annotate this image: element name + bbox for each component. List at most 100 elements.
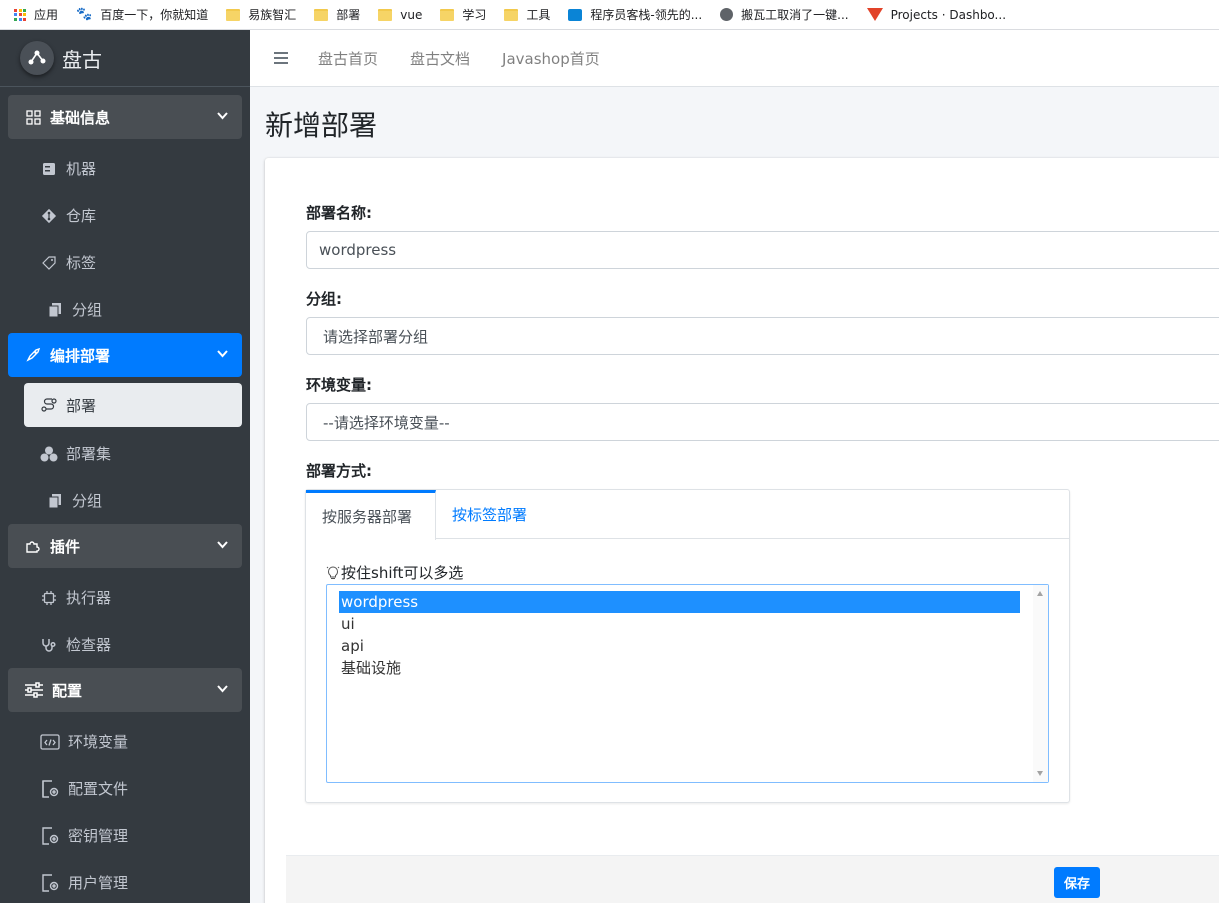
- sidebar-item-secrets[interactable]: 密钥管理: [0, 812, 250, 859]
- server-multiselect[interactable]: wordpress ui api 基础设施: [326, 584, 1049, 783]
- bookmark-folder[interactable]: 学习: [440, 6, 486, 23]
- sidebar-item-label: 标签: [66, 254, 97, 272]
- listbox-scrollbar[interactable]: [1033, 585, 1048, 782]
- deploy-name-label: 部署名称:: [306, 204, 372, 222]
- puzzle-icon: [24, 537, 42, 555]
- folder-icon: [440, 8, 455, 21]
- sidebar-item-tags[interactable]: 标签: [0, 239, 250, 286]
- sidebar-item-label: 密钥管理: [68, 827, 129, 845]
- tab-by-server[interactable]: 按服务器部署: [306, 490, 436, 540]
- bookmark-label: 搬瓦工取消了一键...: [741, 8, 849, 22]
- sidebar-item-label: 用户管理: [68, 874, 129, 892]
- folder-icon: [314, 8, 329, 21]
- chevron-down-icon: [217, 538, 228, 552]
- bookmark-folder[interactable]: 部署: [314, 6, 360, 23]
- hint-text: 按住shift可以多选: [341, 564, 464, 582]
- sidebar-item-users[interactable]: 用户管理: [0, 859, 250, 903]
- deploy-name-input[interactable]: wordpress: [306, 231, 1219, 269]
- apps-grid-icon: [14, 8, 26, 21]
- menu-toggle-icon[interactable]: [274, 52, 288, 64]
- scroll-up-arrow-icon[interactable]: [1037, 591, 1043, 596]
- bookmark-label: 学习: [462, 8, 487, 22]
- sidebar-item-label: 机器: [66, 160, 97, 178]
- chevron-down-icon: [217, 682, 228, 696]
- bookmark-baidu[interactable]: 🐾 百度一下，你就知道: [76, 6, 208, 23]
- globe-icon: [720, 8, 734, 21]
- folder-icon: [504, 8, 519, 21]
- nav-group-plugins[interactable]: 插件: [8, 524, 242, 568]
- sidebar-item-deployments[interactable]: 部署: [24, 383, 242, 427]
- file-gear-icon: [40, 779, 60, 798]
- bookmark-label: 应用: [34, 8, 59, 22]
- scroll-down-arrow-icon[interactable]: [1037, 771, 1043, 776]
- bookmark-apps[interactable]: 应用: [14, 6, 58, 23]
- sliders-icon: [24, 681, 44, 699]
- bookmark-folder[interactable]: 工具: [504, 6, 550, 23]
- nav-link-home[interactable]: 盘古首页: [318, 48, 378, 69]
- sidebar-item-checkers[interactable]: 检查器: [0, 621, 250, 668]
- group-label: 分组:: [306, 290, 342, 308]
- folder-icon: [226, 8, 241, 21]
- server-option[interactable]: api: [328, 635, 1009, 657]
- sidebar-item-label: 执行器: [66, 589, 112, 607]
- bookmark-label: 程序员客栈-领先的...: [590, 8, 703, 22]
- save-button[interactable]: 保存: [1054, 867, 1100, 898]
- bookmark-label: 百度一下，你就知道: [100, 8, 209, 22]
- copy-icon: [46, 492, 64, 510]
- nav-group-label: 编排部署: [50, 346, 111, 365]
- baidu-paw-icon: 🐾: [76, 6, 93, 22]
- rocket-icon: [24, 346, 42, 364]
- env-vars-select[interactable]: --请选择环境变量--: [306, 403, 1219, 441]
- sidebar-item-env-vars[interactable]: 环境变量: [0, 718, 250, 765]
- sidebar-item-machines[interactable]: 机器: [0, 145, 250, 192]
- multi-select-hint: 按住shift可以多选: [326, 562, 463, 583]
- sidebar-item-deployment-sets[interactable]: 部署集: [0, 430, 250, 477]
- sidebar-item-label: 部署: [66, 396, 97, 415]
- tab-by-tag[interactable]: 按标签部署: [436, 490, 543, 539]
- bookmark-bandwagon[interactable]: 搬瓦工取消了一键...: [720, 6, 849, 23]
- bookmark-folder[interactable]: 易族智汇: [226, 6, 296, 23]
- sidebar-item-deployment-groups[interactable]: 分组: [0, 477, 250, 524]
- sidebar-nav: 基础信息 机器 仓库 标签 分组 编排部署 部署 部署集 分组 插件 执行器 检…: [0, 87, 250, 903]
- nav-group-orchestration[interactable]: 编排部署: [8, 333, 242, 377]
- cubes-icon: [40, 445, 58, 463]
- page-title: 新增部署: [265, 109, 378, 142]
- chevron-down-icon: [217, 347, 228, 361]
- stethoscope-icon: [40, 636, 58, 654]
- sidebar-item-label: 仓库: [66, 207, 97, 225]
- nav-link-javashop[interactable]: Javashop首页: [502, 48, 600, 69]
- copy-icon: [46, 301, 64, 319]
- brand-link[interactable]: 盘古: [0, 30, 250, 87]
- env-vars-label: 环境变量:: [306, 376, 372, 394]
- top-navbar: 盘古首页 盘古文档 Javashop首页: [250, 30, 1219, 87]
- gitlab-fox-icon: [866, 8, 883, 21]
- server-option[interactable]: ui: [328, 613, 1009, 635]
- bookmark-proginn[interactable]: 程序员客栈-领先的...: [568, 6, 702, 23]
- sidebar: 盘古 基础信息 机器 仓库 标签 分组 编排部署 部署 部署集 分组 插件 执行…: [0, 30, 250, 903]
- tag-icon: [40, 254, 58, 272]
- bookmark-label: Projects · Dashbo...: [890, 7, 1007, 22]
- route-icon: [40, 396, 58, 414]
- sidebar-item-groups[interactable]: 分组: [0, 286, 250, 333]
- sidebar-item-label: 检查器: [66, 636, 112, 654]
- sidebar-item-executors[interactable]: 执行器: [0, 574, 250, 621]
- brand-logo-icon: [20, 41, 54, 75]
- code-window-icon: [40, 733, 60, 751]
- nav-group-config[interactable]: 配置: [8, 668, 242, 712]
- group-select[interactable]: 请选择部署分组: [306, 317, 1219, 355]
- sidebar-item-repositories[interactable]: 仓库: [0, 192, 250, 239]
- nav-group-basic-info[interactable]: 基础信息: [8, 95, 242, 139]
- bookmark-gitlab[interactable]: Projects · Dashbo...: [866, 7, 1007, 22]
- bookmark-label: 工具: [526, 8, 551, 22]
- server-option[interactable]: 基础设施: [328, 657, 1009, 679]
- nav-link-docs[interactable]: 盘古文档: [410, 48, 470, 69]
- server-option-selected[interactable]: wordpress: [339, 591, 1020, 613]
- deploy-method-tabs: 按服务器部署 按标签部署 按住shift可以多选 wordpress ui ap…: [305, 489, 1070, 803]
- bookmark-folder[interactable]: vue: [378, 8, 422, 22]
- chip-icon: [40, 589, 58, 607]
- terminal-icon: [568, 8, 583, 21]
- sidebar-item-config-files[interactable]: 配置文件: [0, 765, 250, 812]
- deploy-method-label: 部署方式:: [306, 462, 372, 480]
- bookmark-label: 易族智汇: [248, 8, 297, 22]
- sidebar-item-label: 部署集: [66, 445, 112, 463]
